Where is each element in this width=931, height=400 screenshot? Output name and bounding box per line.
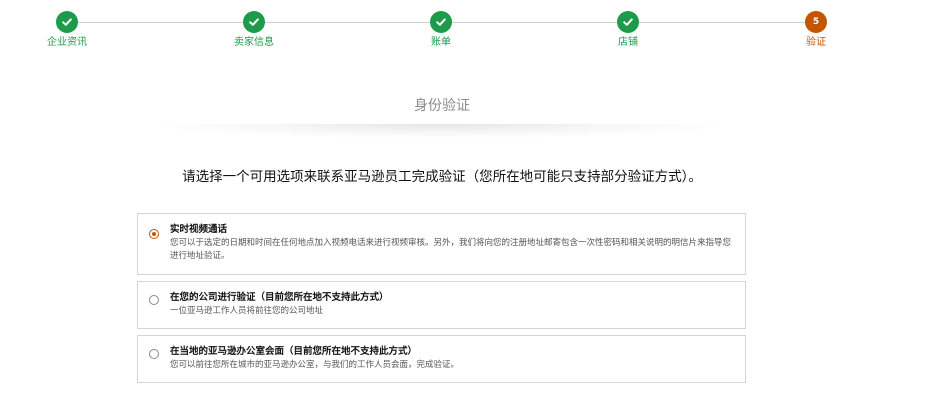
option-description: 您可以于选定的日期和时间在任何地点加入视频电话来进行视频审核。另外，我们将向您的… <box>170 238 732 261</box>
step-complete-badge <box>56 11 78 33</box>
step-complete-badge <box>430 11 452 33</box>
option-description: 您可以前往您所在城市的亚马逊办公室，与我们的工作人员会面，完成验证。 <box>170 360 460 370</box>
check-icon <box>623 18 633 26</box>
step-label: 店铺 <box>618 37 638 48</box>
instruction-text: 请选择一个可用选项来联系亚马逊员工完成验证（您所在地可能只支持部分验证方式）。 <box>182 169 702 185</box>
step-label: 验证 <box>806 37 826 48</box>
option-title: 实时视频通话 <box>170 224 228 235</box>
step-complete-badge <box>617 11 639 33</box>
step-label: 企业资讯 <box>47 37 87 48</box>
check-icon <box>436 18 446 26</box>
step-number-badge: 5 <box>805 11 827 33</box>
option-company-visit[interactable]: 在您的公司进行验证（目前您所在地不支持此方式） 一位亚马逊工作人员将前往您的公司… <box>137 281 746 329</box>
option-title: 在您的公司进行验证（目前您所在地不支持此方式） <box>170 292 389 303</box>
step-complete-badge <box>243 11 265 33</box>
radio-office-meeting[interactable] <box>149 349 159 359</box>
step-billing: 账单 <box>391 11 491 49</box>
step-label: 账单 <box>431 37 451 48</box>
option-title: 在当地的亚马逊办公室会面（目前您所在地不支持此方式） <box>170 346 418 357</box>
option-office-meeting[interactable]: 在当地的亚马逊办公室会面（目前您所在地不支持此方式） 您可以前往您所在城市的亚马… <box>137 335 746 383</box>
page-title: 身份验证 <box>414 98 470 114</box>
radio-company-visit[interactable] <box>149 295 159 305</box>
radio-video-call[interactable] <box>149 229 159 239</box>
option-description: 一位亚马逊工作人员将前往您的公司地址 <box>170 306 324 316</box>
step-verification: 5 验证 <box>766 11 866 49</box>
check-icon <box>249 18 259 26</box>
step-label: 卖家信息 <box>234 37 274 48</box>
step-seller-info: 卖家信息 <box>204 11 304 49</box>
title-divider <box>160 124 720 138</box>
option-video-call[interactable]: 实时视频通话 您可以于选定的日期和时间在任何地点加入视频电话来进行视频审核。另外… <box>137 213 746 275</box>
step-store: 店铺 <box>578 11 678 49</box>
check-icon <box>62 18 72 26</box>
step-company-info: 企业资讯 <box>17 11 117 49</box>
progress-stepper: 企业资讯 卖家信息 账单 店铺 5 验证 <box>0 0 931 56</box>
